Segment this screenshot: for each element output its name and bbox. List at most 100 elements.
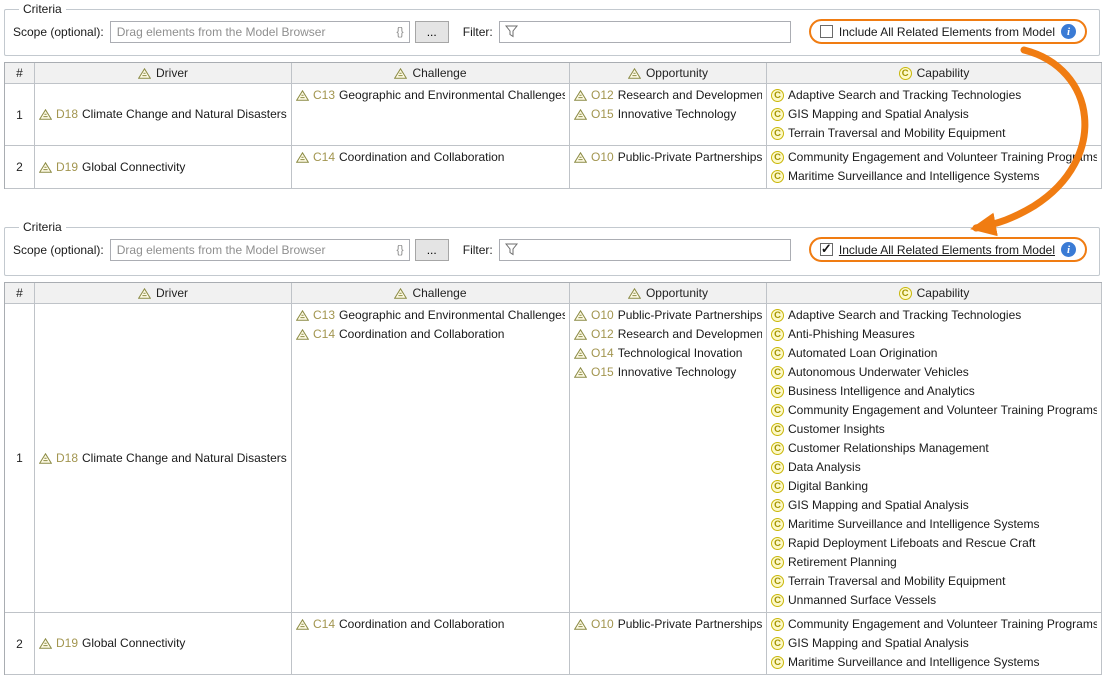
table-row: 2D19Global ConnectivityC14Coordination a… xyxy=(5,613,1102,675)
challenge-item[interactable]: C14Coordination and Collaboration xyxy=(296,325,565,344)
col-header-opportunity[interactable]: Opportunity xyxy=(570,63,767,84)
challenge-item[interactable]: C13Geographic and Environmental Challeng… xyxy=(296,86,565,105)
challenge-icon xyxy=(296,152,309,163)
include-related-checkbox[interactable] xyxy=(820,243,833,256)
challenge-item[interactable]: C14Coordination and Collaboration xyxy=(296,615,565,634)
capability-cell[interactable]: CAdaptive Search and Tracking Technologi… xyxy=(767,304,1102,613)
opportunity-cell[interactable]: O10Public-Private Partnerships xyxy=(570,613,767,675)
col-header-num[interactable]: # xyxy=(5,63,35,84)
scope-input[interactable] xyxy=(111,243,392,257)
challenge-cell[interactable]: C14Coordination and Collaboration xyxy=(292,146,570,189)
col-header-num[interactable]: # xyxy=(5,283,35,304)
capability-item[interactable]: CRapid Deployment Lifeboats and Rescue C… xyxy=(771,534,1097,553)
opportunity-item[interactable]: O10Public-Private Partnerships xyxy=(574,615,762,634)
capability-item[interactable]: CCustomer Insights xyxy=(771,420,1097,439)
capability-item[interactable]: CAdaptive Search and Tracking Technologi… xyxy=(771,86,1097,105)
col-header-challenge[interactable]: Challenge xyxy=(292,283,570,304)
capability-item[interactable]: CGIS Mapping and Spatial Analysis xyxy=(771,634,1097,653)
scope-browse-button[interactable]: ... xyxy=(415,21,449,43)
capability-item[interactable]: CBusiness Intelligence and Analytics xyxy=(771,382,1097,401)
challenge-icon xyxy=(394,288,407,299)
driver-cell[interactable]: D18Climate Change and Natural Disasters xyxy=(35,304,292,613)
scope-field[interactable]: {} xyxy=(110,239,410,261)
info-icon[interactable] xyxy=(1061,242,1076,257)
col-header-driver[interactable]: Driver xyxy=(35,63,292,84)
capability-item[interactable]: CMaritime Surveillance and Intelligence … xyxy=(771,515,1097,534)
opportunity-item[interactable]: O12Research and Development xyxy=(574,325,762,344)
scope-field[interactable]: {} xyxy=(110,21,410,43)
capability-item[interactable]: CAnti-Phishing Measures xyxy=(771,325,1097,344)
element-name: Digital Banking xyxy=(788,477,868,496)
challenge-item[interactable]: C14Coordination and Collaboration xyxy=(296,148,565,167)
capability-item[interactable]: CCommunity Engagement and Volunteer Trai… xyxy=(771,615,1097,634)
element-name: Geographic and Environmental Challenges xyxy=(339,306,565,325)
opportunity-item[interactable]: O12Research and Development xyxy=(574,86,762,105)
capability-item[interactable]: CMaritime Surveillance and Intelligence … xyxy=(771,167,1097,186)
driver-cell[interactable]: D18Climate Change and Natural Disasters xyxy=(35,84,292,146)
capability-item[interactable]: CCommunity Engagement and Volunteer Trai… xyxy=(771,401,1097,420)
capability-item[interactable]: CRetirement Planning xyxy=(771,553,1097,572)
table-row: 1D18Climate Change and Natural Disasters… xyxy=(5,84,1102,146)
col-header-capability[interactable]: CCapability xyxy=(767,63,1102,84)
capability-item[interactable]: CMaritime Surveillance and Intelligence … xyxy=(771,653,1097,672)
capability-item[interactable]: CGIS Mapping and Spatial Analysis xyxy=(771,105,1097,124)
challenge-item[interactable]: C13Geographic and Environmental Challeng… xyxy=(296,306,565,325)
element-name: Maritime Surveillance and Intelligence S… xyxy=(788,515,1039,534)
col-header-opportunity[interactable]: Opportunity xyxy=(570,283,767,304)
opportunity-cell[interactable]: O10Public-Private Partnerships xyxy=(570,146,767,189)
capability-cell[interactable]: CAdaptive Search and Tracking Technologi… xyxy=(767,84,1102,146)
include-related-checkbox[interactable] xyxy=(820,25,833,38)
challenge-cell[interactable]: C13Geographic and Environmental Challeng… xyxy=(292,84,570,146)
info-icon[interactable] xyxy=(1061,24,1076,39)
capability-item[interactable]: CAdaptive Search and Tracking Technologi… xyxy=(771,306,1097,325)
challenge-cell[interactable]: C14Coordination and Collaboration xyxy=(292,613,570,675)
driver-item[interactable]: D18Climate Change and Natural Disasters xyxy=(39,449,287,468)
challenge-cell[interactable]: C13Geographic and Environmental Challeng… xyxy=(292,304,570,613)
driver-item[interactable]: D18Climate Change and Natural Disasters xyxy=(39,105,287,124)
element-id: D19 xyxy=(56,634,78,653)
capability-cell[interactable]: CCommunity Engagement and Volunteer Trai… xyxy=(767,146,1102,189)
capability-item[interactable]: CAutomated Loan Origination xyxy=(771,344,1097,363)
criteria-group-bottom: Criteria Scope (optional): {} ... Filter… xyxy=(4,220,1100,276)
capability-item[interactable]: CCustomer Relationships Management xyxy=(771,439,1097,458)
filter-field[interactable] xyxy=(499,239,791,261)
criteria-group-top: Criteria Scope (optional): {} ... Filter… xyxy=(4,2,1100,56)
element-name: Research and Development xyxy=(618,325,762,344)
opportunity-item[interactable]: O10Public-Private Partnerships xyxy=(574,306,762,325)
scope-browse-button[interactable]: ... xyxy=(415,239,449,261)
opportunity-item[interactable]: O14Technological Inovation xyxy=(574,344,762,363)
opportunity-item[interactable]: O15Innovative Technology xyxy=(574,105,762,124)
col-header-capability[interactable]: CCapability xyxy=(767,283,1102,304)
filter-field[interactable] xyxy=(499,21,791,43)
include-related-label[interactable]: Include All Related Elements from Model xyxy=(839,243,1055,257)
element-name: Global Connectivity xyxy=(82,634,185,653)
opportunity-cell[interactable]: O10Public-Private PartnershipsO12Researc… xyxy=(570,304,767,613)
capability-item[interactable]: CTerrain Traversal and Mobility Equipmen… xyxy=(771,124,1097,143)
col-header-challenge[interactable]: Challenge xyxy=(292,63,570,84)
capability-item[interactable]: CUnmanned Surface Vessels xyxy=(771,591,1097,610)
driver-cell[interactable]: D19Global Connectivity xyxy=(35,146,292,189)
col-header-driver[interactable]: Driver xyxy=(35,283,292,304)
opportunity-item[interactable]: O15Innovative Technology xyxy=(574,363,762,382)
driver-item[interactable]: D19Global Connectivity xyxy=(39,634,287,653)
capability-item[interactable]: CCommunity Engagement and Volunteer Trai… xyxy=(771,148,1097,167)
scope-input[interactable] xyxy=(111,25,392,39)
driver-item[interactable]: D19Global Connectivity xyxy=(39,158,287,177)
include-related-group-top[interactable]: Include All Related Elements from Model xyxy=(809,19,1087,44)
capability-item[interactable]: CDigital Banking xyxy=(771,477,1097,496)
capability-item[interactable]: CData Analysis xyxy=(771,458,1097,477)
filter-input[interactable] xyxy=(522,243,790,257)
filter-input[interactable] xyxy=(522,25,790,39)
driver-cell[interactable]: D19Global Connectivity xyxy=(35,613,292,675)
element-name: Public-Private Partnerships xyxy=(618,615,762,634)
driver-icon xyxy=(39,109,52,120)
include-related-group-bottom[interactable]: Include All Related Elements from Model xyxy=(809,237,1087,262)
opportunity-cell[interactable]: O12Research and DevelopmentO15Innovative… xyxy=(570,84,767,146)
opportunity-item[interactable]: O10Public-Private Partnerships xyxy=(574,148,762,167)
capability-item[interactable]: CTerrain Traversal and Mobility Equipmen… xyxy=(771,572,1097,591)
capability-cell[interactable]: CCommunity Engagement and Volunteer Trai… xyxy=(767,613,1102,675)
capability-item[interactable]: CGIS Mapping and Spatial Analysis xyxy=(771,496,1097,515)
capability-item[interactable]: CAutonomous Underwater Vehicles xyxy=(771,363,1097,382)
include-related-label[interactable]: Include All Related Elements from Model xyxy=(839,25,1055,39)
element-id: D19 xyxy=(56,158,78,177)
